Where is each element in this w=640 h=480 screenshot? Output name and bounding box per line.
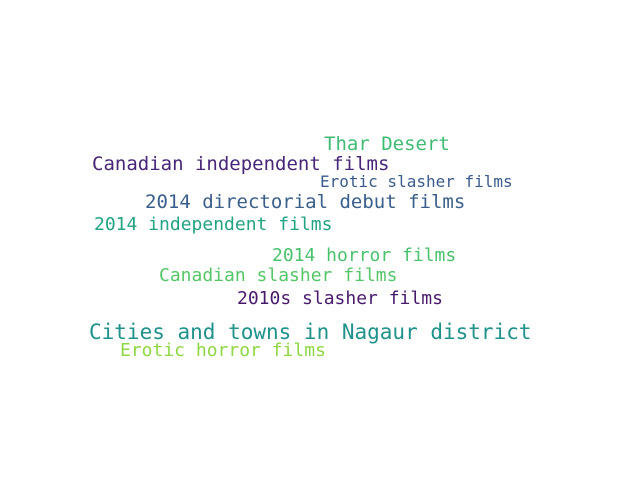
- word-2014-independent-films: 2014 independent films: [94, 214, 333, 235]
- word-erotic-slasher-films: Erotic slasher films: [320, 172, 513, 191]
- word-canadian-slasher-films: Canadian slasher films: [159, 265, 398, 286]
- word-2014-directorial-debut-films: 2014 directorial debut films: [145, 191, 466, 213]
- word-2010s-slasher-films: 2010s slasher films: [237, 288, 443, 309]
- word-cloud: Thar Desert Canadian independent films E…: [0, 0, 640, 480]
- word-erotic-horror-films: Erotic horror films: [120, 340, 326, 361]
- word-2014-horror-films: 2014 horror films: [272, 245, 457, 266]
- word-thar-desert: Thar Desert: [324, 133, 450, 155]
